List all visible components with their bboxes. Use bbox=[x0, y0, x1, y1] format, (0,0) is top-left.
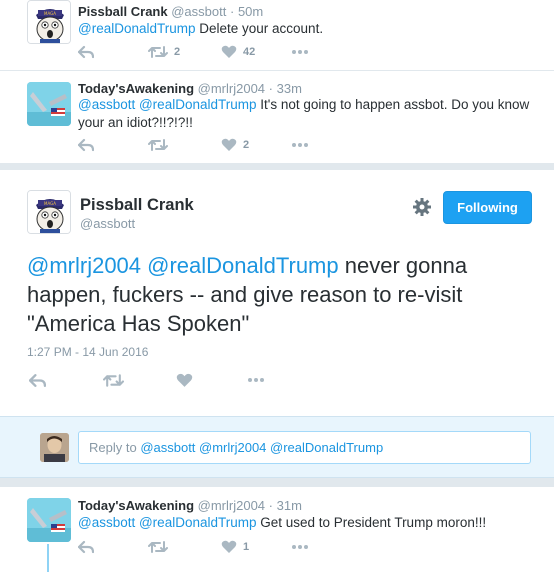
more-button[interactable] bbox=[291, 142, 309, 148]
reply-button[interactable] bbox=[29, 373, 103, 388]
retweet-icon bbox=[148, 46, 168, 58]
user-actions-button[interactable] bbox=[412, 197, 432, 222]
author-handle[interactable]: @mrlrj2004 bbox=[198, 498, 265, 513]
author-name[interactable]: Pissball Crank bbox=[80, 196, 194, 215]
reply-composer: Reply to @assbott @mrlrj2004 @realDonald… bbox=[0, 416, 554, 478]
tweet-item[interactable]: Today'sAwakening @mrlrj2004 · 33m @assbo… bbox=[0, 71, 554, 163]
avatar[interactable] bbox=[27, 82, 71, 126]
more-icon bbox=[292, 50, 308, 54]
mention-link[interactable]: @mrlrj2004 @realDonaldTrump bbox=[27, 253, 339, 278]
tweet-time[interactable]: 31m bbox=[277, 498, 302, 513]
retweet-button[interactable] bbox=[148, 138, 221, 152]
more-button[interactable] bbox=[291, 49, 309, 55]
more-icon bbox=[292, 143, 308, 147]
tweet-timestamp[interactable]: 1:27 PM - 14 Jun 2016 bbox=[27, 345, 148, 359]
tweet-text: @assbott @realDonaldTrump It's not going… bbox=[78, 97, 530, 130]
svg-text:MAGA: MAGA bbox=[44, 201, 56, 206]
tweet-header: Today'sAwakening @mrlrj2004 · 31m bbox=[78, 498, 302, 513]
author-name[interactable]: Pissball Crank bbox=[78, 4, 168, 19]
like-count: 2 bbox=[243, 139, 250, 151]
retweet-button[interactable]: 2 bbox=[148, 45, 221, 59]
tweet-time[interactable]: 50m bbox=[238, 4, 263, 19]
reply-button[interactable] bbox=[78, 540, 148, 554]
mention-link[interactable]: @realDonaldTrump bbox=[78, 21, 196, 36]
reply-button[interactable] bbox=[78, 138, 148, 152]
tweet-actions: 2 42 bbox=[78, 42, 309, 62]
author-handle[interactable]: @mrlrj2004 bbox=[198, 81, 265, 96]
author-handle[interactable]: @assbott bbox=[80, 216, 135, 231]
tweet-text: @realDonaldTrump Delete your account. bbox=[78, 21, 324, 36]
gear-icon bbox=[413, 198, 431, 216]
retweet-button[interactable] bbox=[103, 373, 176, 388]
like-button[interactable]: 1 bbox=[221, 540, 291, 554]
tweet-item[interactable]: Today'sAwakening @mrlrj2004 · 31m @assbo… bbox=[0, 487, 554, 572]
retweet-icon bbox=[148, 541, 168, 553]
thread-line bbox=[47, 544, 49, 572]
reply-button[interactable] bbox=[78, 45, 148, 59]
svg-text:MAGA: MAGA bbox=[44, 11, 56, 16]
tweet-time[interactable]: 33m bbox=[277, 81, 302, 96]
mention-link[interactable]: @assbott @realDonaldTrump bbox=[78, 97, 256, 112]
like-icon bbox=[221, 138, 237, 151]
tweet-actions: 2 bbox=[78, 135, 309, 155]
like-button[interactable] bbox=[176, 373, 247, 388]
reply-input[interactable]: Reply to @assbott @mrlrj2004 @realDonald… bbox=[78, 431, 531, 464]
retweet-icon bbox=[103, 373, 124, 387]
like-button[interactable]: 2 bbox=[221, 138, 291, 152]
more-button[interactable] bbox=[247, 377, 265, 383]
avatar[interactable]: MAGA bbox=[27, 190, 71, 234]
author-name[interactable]: Today'sAwakening bbox=[78, 81, 194, 96]
more-button[interactable] bbox=[291, 544, 309, 550]
like-count: 42 bbox=[243, 46, 256, 58]
avatar[interactable] bbox=[27, 498, 71, 542]
following-button[interactable]: Following bbox=[443, 191, 532, 224]
tweet-actions bbox=[29, 370, 265, 390]
like-button[interactable]: 42 bbox=[221, 45, 291, 59]
tweet-actions: 1 bbox=[78, 537, 309, 557]
author-name[interactable]: Today'sAwakening bbox=[78, 498, 194, 513]
reply-icon bbox=[29, 373, 46, 387]
reply-icon bbox=[78, 540, 94, 554]
like-icon bbox=[221, 45, 237, 58]
like-icon bbox=[176, 373, 193, 387]
tweet-item[interactable]: MAGA Pissball Crank @assbott · 50m @real… bbox=[0, 0, 554, 70]
more-icon bbox=[248, 378, 264, 382]
mention-link[interactable]: @assbott @realDonaldTrump bbox=[78, 515, 256, 530]
like-icon bbox=[221, 540, 237, 553]
tweet-header: Pissball Crank @assbott · 50m bbox=[78, 4, 264, 19]
avatar[interactable]: MAGA bbox=[27, 0, 71, 44]
tweet-text: @assbott @realDonaldTrump Get used to Pr… bbox=[78, 515, 487, 530]
author-handle[interactable]: @assbott bbox=[171, 4, 226, 19]
tweet-header: Today'sAwakening @mrlrj2004 · 33m bbox=[78, 81, 302, 96]
more-icon bbox=[292, 545, 308, 549]
tweet-text: @mrlrj2004 @realDonaldTrump never gonna … bbox=[27, 253, 468, 336]
like-count: 1 bbox=[243, 541, 250, 553]
retweet-button[interactable] bbox=[148, 540, 221, 554]
reply-icon bbox=[78, 45, 94, 59]
retweet-count: 2 bbox=[174, 46, 181, 58]
avatar bbox=[40, 433, 69, 462]
retweet-icon bbox=[148, 139, 168, 151]
reply-icon bbox=[78, 138, 94, 152]
